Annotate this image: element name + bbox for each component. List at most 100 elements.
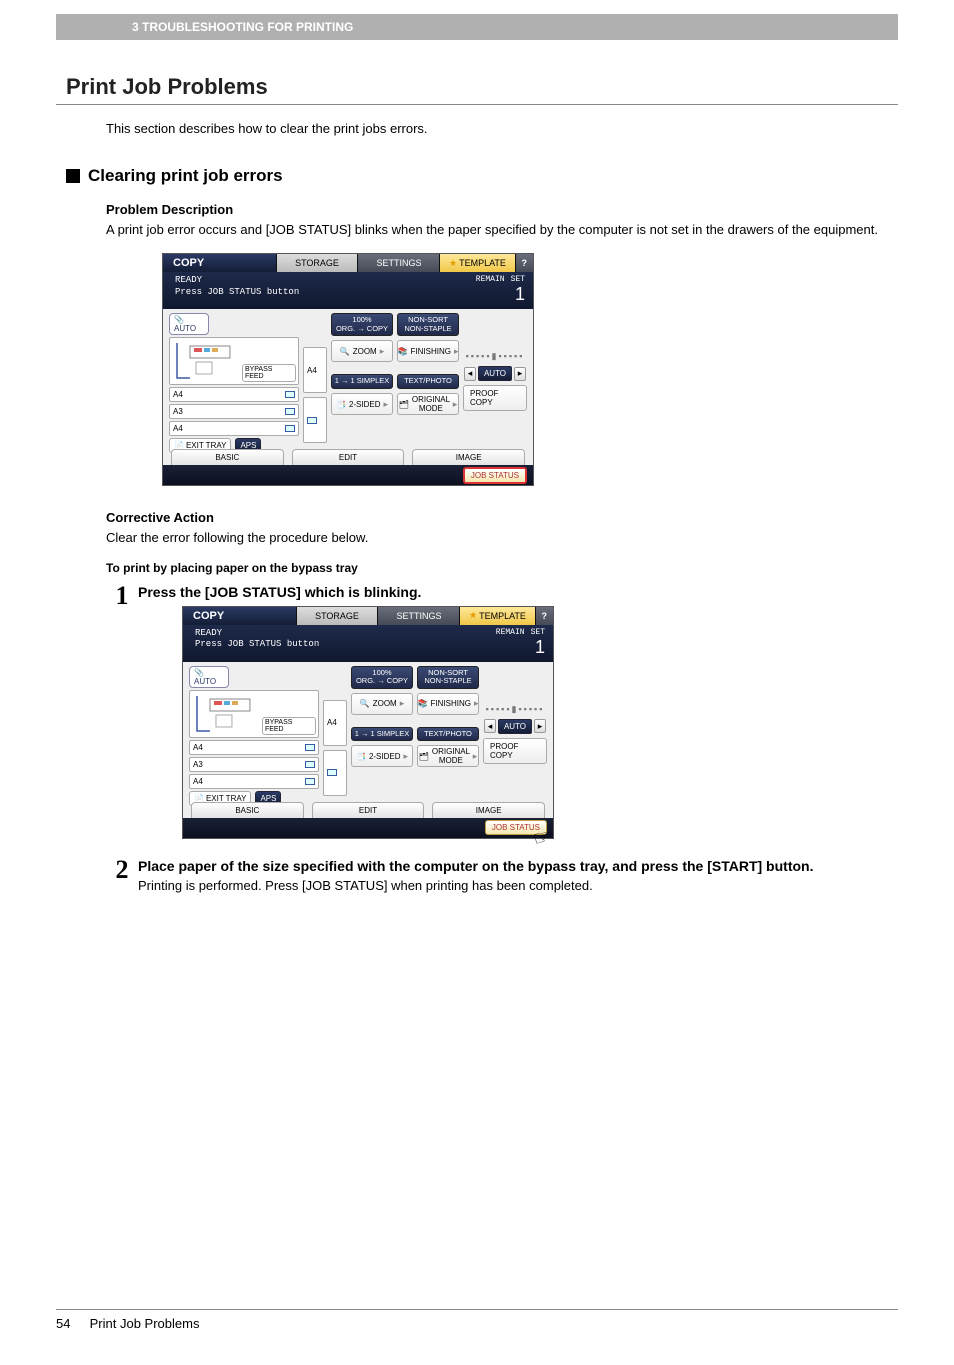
tray-icon bbox=[305, 778, 315, 785]
mid-tray-icon[interactable] bbox=[303, 397, 327, 443]
help-button[interactable]: ? bbox=[515, 254, 534, 272]
tab-template[interactable]: ★TEMPLATE bbox=[459, 607, 534, 625]
mid-tray-a4[interactable]: A4 bbox=[303, 347, 327, 393]
tray-icon bbox=[285, 391, 295, 398]
panel-bottom-tabs: BASIC EDIT IMAGE bbox=[183, 800, 553, 818]
chevron-right-icon: ▸ bbox=[380, 346, 385, 357]
density-scale: ▪▪▪▪▪▮▪▪▪▪▪ bbox=[486, 704, 545, 715]
tray-icon bbox=[305, 744, 315, 751]
step-2: 2 Place paper of the size specified with… bbox=[106, 857, 898, 895]
tab-edit[interactable]: EDIT bbox=[292, 449, 405, 465]
page-header-bar: 3 TROUBLESHOOTING FOR PRINTING bbox=[56, 14, 898, 40]
panel-bottom-tabs: BASIC EDIT IMAGE bbox=[163, 447, 533, 465]
chevron-right-icon: ▸ bbox=[404, 751, 409, 762]
status-msg: Press JOB STATUS button bbox=[195, 639, 319, 651]
col-right: ▪▪▪▪▪▮▪▪▪▪▪ ◂ AUTO ▸ PROOF COPY bbox=[463, 313, 527, 443]
tab-edit[interactable]: EDIT bbox=[312, 802, 425, 818]
twosided-button[interactable]: 📑 2-SIDED▸ bbox=[351, 745, 413, 767]
set-label: SET bbox=[531, 628, 545, 637]
tray-a4[interactable]: A4 bbox=[169, 387, 299, 402]
sort-header: NON-SORT NON-STAPLE bbox=[417, 666, 479, 689]
tray-icon bbox=[307, 417, 317, 424]
step-number: 1 bbox=[106, 583, 138, 846]
rocker-right-icon[interactable]: ▸ bbox=[514, 367, 526, 381]
set-label: SET bbox=[511, 275, 525, 284]
chevron-right-icon: ▸ bbox=[400, 698, 405, 709]
tab-image[interactable]: IMAGE bbox=[432, 802, 545, 818]
auto-rocker[interactable]: ◂ AUTO ▸ bbox=[484, 719, 546, 734]
tray-icon bbox=[327, 769, 337, 776]
tray-a3[interactable]: A3 bbox=[169, 404, 299, 419]
tab-template[interactable]: ★TEMPLATE bbox=[439, 254, 514, 272]
panel-footer: JOB STATUS ☞ bbox=[183, 818, 553, 838]
tray-icon bbox=[285, 425, 295, 432]
col-zoom: 100% ORG. → COPY 🔍 ZOOM▸ 1 → 1 SIMPLEX 📑… bbox=[331, 313, 393, 443]
proof-copy-button[interactable]: PROOF COPY bbox=[483, 738, 547, 764]
tab-storage[interactable]: STORAGE bbox=[296, 607, 378, 625]
status-ready: READY bbox=[175, 275, 299, 287]
tray-icon bbox=[305, 761, 315, 768]
col-mid-trays: A4 bbox=[303, 313, 327, 443]
printer-diagram: BYPASS FEED bbox=[169, 337, 299, 385]
rocker-left-icon[interactable]: ◂ bbox=[484, 719, 496, 733]
twosided-button[interactable]: 📑 2-SIDED▸ bbox=[331, 393, 393, 415]
tab-copy[interactable]: COPY bbox=[183, 607, 296, 625]
origmode-button[interactable]: 🗂 ORIGINAL MODE▸ bbox=[417, 745, 479, 767]
corrective-block: Corrective Action Clear the error follow… bbox=[106, 510, 898, 575]
job-status-button[interactable]: JOB STATUS bbox=[463, 467, 527, 484]
copier-panel: COPY STORAGE SETTINGS ★TEMPLATE ? READY … bbox=[162, 253, 534, 486]
tray-a4b[interactable]: A4 bbox=[169, 421, 299, 436]
finishing-button[interactable]: 📚 FINISHING▸ bbox=[417, 693, 479, 715]
panel-body: 📎 AUTO BYPASS FEED bbox=[163, 309, 533, 447]
zoom-header: 100% ORG. → COPY bbox=[351, 666, 413, 689]
auto-pill[interactable]: 📎 AUTO bbox=[169, 313, 209, 335]
breadcrumb: 3 TROUBLESHOOTING FOR PRINTING bbox=[132, 20, 353, 34]
step-number: 2 bbox=[106, 857, 138, 895]
tab-settings[interactable]: SETTINGS bbox=[377, 607, 459, 625]
panel-topbar: COPY STORAGE SETTINGS ★TEMPLATE ? bbox=[163, 254, 533, 272]
help-button[interactable]: ? bbox=[535, 607, 554, 625]
zoom-header: 100% ORG. → COPY bbox=[331, 313, 393, 336]
mid-tray-a4[interactable]: A4 bbox=[323, 700, 347, 746]
proof-copy-button[interactable]: PROOF COPY bbox=[463, 385, 527, 411]
status-msg: Press JOB STATUS button bbox=[175, 287, 299, 299]
density-scale: ▪▪▪▪▪▮▪▪▪▪▪ bbox=[466, 351, 525, 362]
tab-storage[interactable]: STORAGE bbox=[276, 254, 358, 272]
tab-image[interactable]: IMAGE bbox=[412, 449, 525, 465]
zoom-button[interactable]: 🔍 ZOOM▸ bbox=[331, 340, 393, 362]
status-left: READY Press JOB STATUS button bbox=[195, 628, 319, 658]
chevron-right-icon: ▸ bbox=[453, 399, 458, 410]
tray-icon bbox=[285, 408, 295, 415]
rocker-auto-label: AUTO bbox=[478, 366, 512, 381]
tab-copy[interactable]: COPY bbox=[163, 254, 276, 272]
remain-label: REMAIN bbox=[496, 628, 525, 637]
rocker-left-icon[interactable]: ◂ bbox=[464, 367, 476, 381]
simplex-header: 1 → 1 SIMPLEX bbox=[331, 374, 393, 389]
page-footer: 54 Print Job Problems bbox=[56, 1309, 898, 1331]
tray-a3[interactable]: A3 bbox=[189, 757, 319, 772]
textphoto-header: TEXT/PHOTO bbox=[417, 727, 479, 742]
finishing-button[interactable]: 📚 FINISHING▸ bbox=[397, 340, 459, 362]
status-right: REMAIN SET 1 bbox=[496, 628, 545, 658]
status-right: REMAINSET 1 bbox=[476, 275, 525, 305]
printer-icon bbox=[192, 691, 262, 735]
rocker-right-icon[interactable]: ▸ bbox=[534, 719, 546, 733]
col-trays: 📎 AUTO BYPASS FEED bbox=[169, 313, 299, 443]
mid-tray-icon[interactable] bbox=[323, 750, 347, 796]
tray-a4b[interactable]: A4 bbox=[189, 774, 319, 789]
printer-diagram: BYPASS FEED bbox=[189, 690, 319, 738]
zoom-button[interactable]: 🔍 ZOOM▸ bbox=[351, 693, 413, 715]
origmode-button[interactable]: 🗂 ORIGINAL MODE▸ bbox=[397, 393, 459, 415]
page-content: Print Job Problems This section describe… bbox=[0, 40, 954, 895]
set-count: 1 bbox=[496, 637, 545, 658]
tab-basic[interactable]: BASIC bbox=[191, 802, 304, 818]
tray-a4[interactable]: A4 bbox=[189, 740, 319, 755]
tab-basic[interactable]: BASIC bbox=[171, 449, 284, 465]
bypass-feed-label: BYPASS FEED bbox=[262, 717, 316, 735]
auto-rocker[interactable]: ◂ AUTO ▸ bbox=[464, 366, 526, 381]
col-right: ▪▪▪▪▪▮▪▪▪▪▪ ◂ AUTO ▸ PROOF COPY bbox=[483, 666, 547, 796]
tab-settings[interactable]: SETTINGS bbox=[357, 254, 439, 272]
auto-pill[interactable]: 📎 AUTO bbox=[189, 666, 229, 688]
status-left: READY Press JOB STATUS button bbox=[175, 275, 299, 305]
section-heading: Clearing print job errors bbox=[88, 166, 283, 186]
